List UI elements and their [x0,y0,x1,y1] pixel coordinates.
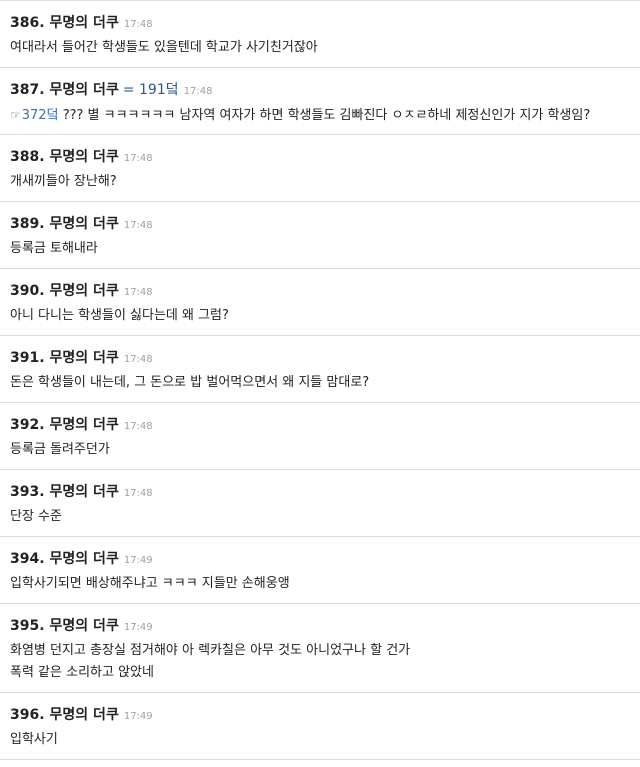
comment-header: 392. 무명의 더쿠 17:48 [10,414,628,436]
comment-body: 등록금 토해내라 [10,235,628,260]
comment-number[interactable]: 393. [10,481,45,503]
comment-header: 389. 무명의 더쿠 17:48 [10,213,628,235]
comment-text: 입학사기되면 배상해주냐고 ㅋㅋㅋ 지들만 손해웅앵 [10,576,290,591]
comment-time: 17:48 [123,220,153,231]
comment-header: 388. 무명의 더쿠 17:48 [10,146,628,168]
author-name: 무명의 더쿠 [49,350,119,366]
comment-text: 여대라서 들어간 학생들도 있을텐데 학교가 사기친거잖아 [10,40,318,55]
comment-387: 387. 무명의 더쿠 = 191덬 17:48 ☞372덬 ??? 별 ㅋㅋㅋ… [0,68,640,135]
comment-number[interactable]: 390. [10,280,45,302]
comment-number[interactable]: 386. [10,12,45,34]
author-name: 무명의 더쿠 [49,283,119,299]
author-name: 무명의 더쿠 [49,82,119,98]
comment-time: 17:48 [123,153,153,164]
comment-time: 17:48 [123,354,153,365]
comment-thread: 386. 무명의 더쿠 17:48 여대라서 들어간 학생들도 있을텐데 학교가… [0,0,640,760]
comment-390: 390. 무명의 더쿠 17:48 아니 다니는 학생들이 싫다는데 왜 그럼? [0,269,640,336]
comment-text: 등록금 토해내라 [10,241,98,256]
comment-header: 393. 무명의 더쿠 17:48 [10,481,628,503]
comment-number[interactable]: 391. [10,347,45,369]
comment-header: 386. 무명의 더쿠 17:48 [10,12,628,34]
comment-body: 여대라서 들어간 학생들도 있을텐데 학교가 사기친거잖아 [10,34,628,59]
pointing-hand-icon: ☞ [10,108,21,122]
author-name: 무명의 더쿠 [49,417,119,433]
comment-number[interactable]: 394. [10,548,45,570]
author-name: 무명의 더쿠 [49,15,119,31]
comment-header: 387. 무명의 더쿠 = 191덬 17:48 [10,79,628,101]
comment-text: 입학사기 [10,732,58,747]
comment-388: 388. 무명의 더쿠 17:48 개새끼들아 장난해? [0,135,640,202]
comment-time: 17:48 [123,421,153,432]
comment-body: 아니 다니는 학생들이 싫다는데 왜 그럼? [10,302,628,327]
comment-time: 17:48 [123,287,153,298]
comment-391: 391. 무명의 더쿠 17:48 돈은 학생들이 내는데, 그 돈으로 밥 벌… [0,336,640,403]
comment-header: 391. 무명의 더쿠 17:48 [10,347,628,369]
author-name: 무명의 더쿠 [49,618,119,634]
comment-number[interactable]: 392. [10,414,45,436]
comment-394: 394. 무명의 더쿠 17:49 입학사기되면 배상해주냐고 ㅋㅋㅋ 지들만 … [0,537,640,604]
comment-text: ??? 별 ㅋㅋㅋㅋㅋㅋ 남자역 여자가 하면 학생들도 김빠진다 ㅇㅈㄹ하네 … [62,108,591,123]
author-name: 무명의 더쿠 [49,707,119,723]
comment-text-line: ☞372덬 ??? 별 ㅋㅋㅋㅋㅋㅋ 남자역 여자가 하면 학생들도 김빠진다 … [10,104,628,127]
comment-number[interactable]: 387. [10,79,45,101]
comment-text: 아니 다니는 학생들이 싫다는데 왜 그럼? [10,308,229,323]
author-name: 무명의 더쿠 [49,484,119,500]
comment-389: 389. 무명의 더쿠 17:48 등록금 토해내라 [0,202,640,269]
author-name: 무명의 더쿠 [49,149,119,165]
comment-text: 단장 수준 [10,509,62,524]
comment-header: 390. 무명의 더쿠 17:48 [10,280,628,302]
comment-time: 17:48 [123,488,153,499]
author-id-tag: = 191덬 [122,82,179,98]
comment-number[interactable]: 389. [10,213,45,235]
comment-text: 화염병 던지고 총장실 점거해야 아 렉카칠은 아무 것도 아니었구나 할 건가 [10,643,411,658]
comment-time: 17:49 [123,555,153,566]
comment-body: 등록금 돌려주던가 [10,436,628,461]
comment-text: 개새끼들아 장난해? [10,174,117,189]
comment-text: 돈은 학생들이 내는데, 그 돈으로 밥 벌어먹으면서 왜 지들 맘대로? [10,375,370,390]
comment-header: 395. 무명의 더쿠 17:49 [10,615,628,637]
comment-body: 화염병 던지고 총장실 점거해야 아 렉카칠은 아무 것도 아니었구나 할 건가… [10,637,628,684]
comment-body: ☞372덬 ??? 별 ㅋㅋㅋㅋㅋㅋ 남자역 여자가 하면 학생들도 김빠진다 … [10,101,628,127]
comment-header: 394. 무명의 더쿠 17:49 [10,548,628,570]
comment-number[interactable]: 388. [10,146,45,168]
comment-392: 392. 무명의 더쿠 17:48 등록금 돌려주던가 [0,403,640,470]
author-name: 무명의 더쿠 [49,216,119,232]
comment-text: 등록금 돌려주던가 [10,442,110,457]
reply-link[interactable]: ☞372덬 [10,108,59,123]
comment-396: 396. 무명의 더쿠 17:49 입학사기 [0,693,640,760]
comment-number[interactable]: 395. [10,615,45,637]
comment-time: 17:49 [123,622,153,633]
comment-body: 입학사기되면 배상해주냐고 ㅋㅋㅋ 지들만 손해웅앵 [10,570,628,595]
comment-text: 폭력 같은 소리하고 앉았네 [10,665,154,680]
comment-395: 395. 무명의 더쿠 17:49 화염병 던지고 총장실 점거해야 아 렉카칠… [0,604,640,693]
comment-body: 단장 수준 [10,503,628,528]
comment-time: 17:48 [123,19,153,30]
comment-time: 17:49 [123,711,153,722]
author-name: 무명의 더쿠 [49,551,119,567]
comment-body: 돈은 학생들이 내는데, 그 돈으로 밥 벌어먹으면서 왜 지들 맘대로? [10,369,628,394]
comment-body: 입학사기 [10,726,628,751]
comment-body: 개새끼들아 장난해? [10,168,628,193]
comment-386: 386. 무명의 더쿠 17:48 여대라서 들어간 학생들도 있을텐데 학교가… [0,1,640,68]
comment-header: 396. 무명의 더쿠 17:49 [10,704,628,726]
reply-ref: 372덬 [21,108,59,123]
comment-393: 393. 무명의 더쿠 17:48 단장 수준 [0,470,640,537]
comment-number[interactable]: 396. [10,704,45,726]
comment-time: 17:48 [183,86,213,97]
